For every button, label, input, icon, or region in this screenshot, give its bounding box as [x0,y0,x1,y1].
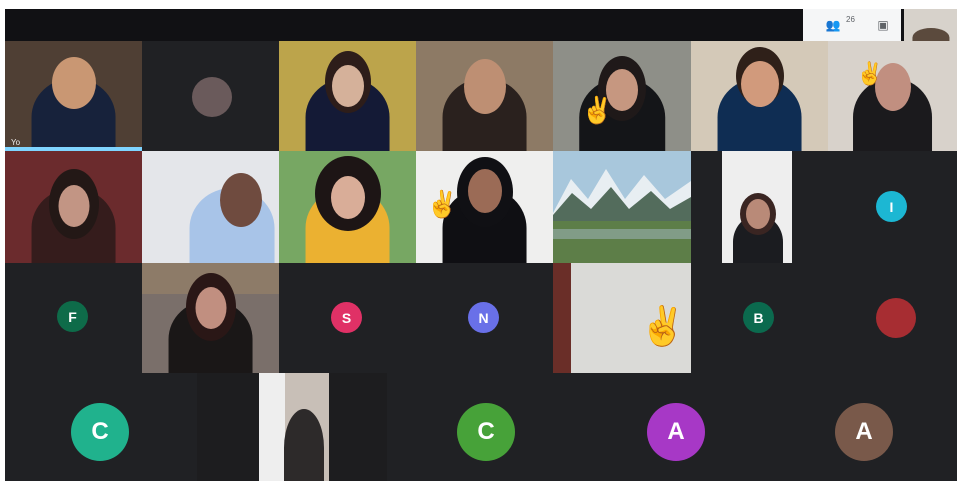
participant-tile-7[interactable]: ✌ [828,41,957,151]
participant-tile-10[interactable] [279,151,416,263]
participant-8-face [58,185,89,227]
participant-tile-14[interactable]: I [828,151,957,263]
participant-tile-4[interactable] [416,41,553,151]
participant-16-face [195,287,226,329]
participant-1-face [51,57,96,109]
participant-10-face [330,176,365,219]
participant-tile-15[interactable]: F [5,263,142,373]
self-view[interactable] [904,9,957,41]
participant-tile-5[interactable]: ✌ [553,41,691,151]
participant-13-face [746,199,770,229]
participant-tile-3[interactable] [279,41,416,151]
self-view-person [911,27,950,41]
avatar-b: B [743,302,774,333]
participant-name-label: Yo [11,138,21,147]
door-background [553,263,571,373]
participant-11-face [467,169,502,213]
peace-sign-hand: ✌ [426,189,459,219]
people-count: 26 [846,15,855,24]
participant-tile-19[interactable]: ✌ [553,263,691,373]
participant-tile-8[interactable] [5,151,142,263]
participant-6-face [740,61,779,107]
avatar-a2: A [835,403,893,461]
participant-tile-24[interactable]: C [387,373,579,481]
participant-23-body [283,409,324,481]
top-actions: 👥 26 ▣ [803,9,901,41]
avatar-i: I [876,191,907,222]
participant-4-face [463,59,506,114]
participant-avatar-photo [192,77,232,117]
avatar-c1: C [71,403,129,461]
people-icon[interactable]: 👥 [823,15,843,35]
participant-tile-22[interactable]: C [5,373,197,481]
peace-sign-hand: ✌ [581,95,614,125]
participant-tile-16[interactable] [142,263,279,373]
participant-tile-2[interactable] [142,41,279,151]
participant-tile-11[interactable]: ✌ [416,151,553,263]
participant-tile-12[interactable] [553,151,691,263]
participant-tile-23[interactable] [259,373,329,481]
participant-tile-6[interactable] [691,41,828,151]
avatar-s: S [331,302,362,333]
participant-tile-25[interactable]: A [579,373,771,481]
participant-avatar-photo [876,298,916,338]
participant-tile-1[interactable]: Yo [5,41,142,151]
raised-hand: ✌ [856,61,884,86]
avatar-n: N [468,302,499,333]
participant-tile-26[interactable]: A [771,373,957,481]
participant-3-face [331,65,364,107]
avatar-a1: A [647,403,705,461]
avatar-f: F [57,301,88,332]
landscape-background [553,151,691,263]
participant-tile-20[interactable]: B [691,263,828,373]
participant-tile-21[interactable] [828,263,957,373]
participant-tile-17[interactable]: S [279,263,416,373]
video-call-window: 👥 26 ▣ Yo ✌ ✌ ✌ I F S N ✌ B C C A A [5,9,957,481]
partial-wall [259,373,285,481]
participant-9-face [219,173,262,227]
participant-tile-18[interactable]: N [416,263,553,373]
participant-tile-9[interactable] [142,151,279,263]
peace-sign-hand: ✌ [639,306,687,348]
participant-tile-13[interactable] [691,151,828,263]
chat-icon[interactable]: ▣ [873,15,893,35]
avatar-c2: C [457,403,515,461]
